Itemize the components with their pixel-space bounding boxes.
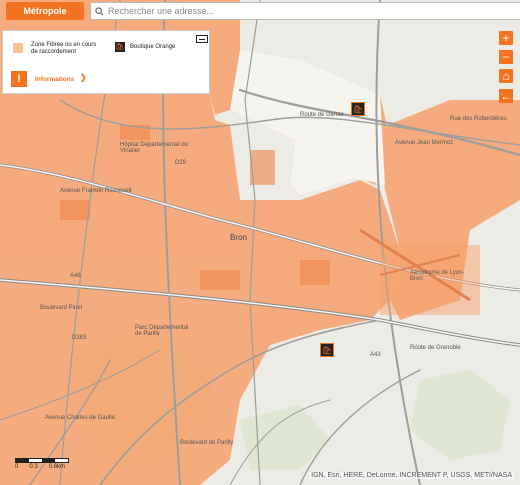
- shop-marker-genas[interactable]: 🛍: [351, 102, 365, 116]
- label-ave-charles-gaulle: Avenue Charles de Gaulle: [45, 415, 115, 421]
- home-button[interactable]: ⌂: [499, 69, 513, 83]
- label-route-genas: Route de Genas: [300, 112, 344, 118]
- back-button[interactable]: ←: [499, 89, 513, 103]
- shop-legend-label: Boutique Orange: [130, 44, 176, 50]
- metropole-button[interactable]: Métropole: [6, 2, 84, 20]
- shop-marker-a43[interactable]: 🛍: [320, 343, 334, 357]
- legend-panel: Zone Fibrée ou en cours de raccordement …: [2, 30, 210, 94]
- scale-tick: 0: [15, 464, 19, 470]
- search-icon: [95, 6, 104, 16]
- informations-toggle[interactable]: Informations: [35, 76, 74, 83]
- label-a43: A43: [370, 352, 381, 358]
- label-bron: Bron: [230, 233, 247, 242]
- label-bd-pinel: Boulevard Pinel: [40, 305, 83, 311]
- zoom-out-button[interactable]: −: [499, 50, 513, 64]
- label-rue-mermoz: Avenue Jean Mermoz: [395, 140, 454, 146]
- label-parc: Parc Départemental de Parilly: [135, 325, 189, 337]
- fiber-zone-label: Zone Fibrée ou en cours de raccordement: [31, 42, 97, 55]
- scale-bar: 0 0.3 0.6km: [15, 458, 69, 470]
- label-rue-roberdieres: Rue des Roberdières: [450, 116, 507, 122]
- label-a46: A46: [70, 273, 81, 279]
- scale-ticks: 0 0.3 0.6km: [15, 464, 69, 470]
- search-placeholder: Rechercher une adresse...: [108, 6, 215, 16]
- label-bd-parilly: Boulevard de Parilly: [180, 440, 234, 446]
- scale-tick: 0.6km: [48, 464, 66, 470]
- label-d83: D383: [72, 335, 87, 341]
- chevron-down-icon[interactable]: ❯: [80, 73, 87, 82]
- fiber-zone-swatch: [13, 43, 23, 53]
- scale-bar-graphic: [15, 458, 69, 463]
- label-ave-rosellette: Avenue Franklin Roosevelt: [60, 188, 132, 194]
- top-toolbar: Métropole Rechercher une adresse...: [6, 2, 520, 20]
- label-aerodrome: Aérodrome de Lyon-Bron: [410, 270, 465, 282]
- exclamation-icon: !: [11, 71, 27, 87]
- label-d29: D29: [175, 160, 187, 166]
- collapse-legend-button[interactable]: [196, 35, 208, 43]
- map-attribution: IGN, Esri, HERE, DeLorme, INCREMENT P, U…: [309, 472, 514, 479]
- zoom-in-button[interactable]: +: [499, 31, 513, 45]
- scale-tick: 0.3: [29, 464, 38, 470]
- shopping-bag-icon: 🛍: [115, 42, 125, 52]
- label-route-grenoble: Route de Grenoble: [410, 345, 461, 351]
- label-hopital: Hôpital Départemental du Vinatier: [120, 142, 189, 154]
- search-input[interactable]: Rechercher une adresse...: [90, 2, 520, 20]
